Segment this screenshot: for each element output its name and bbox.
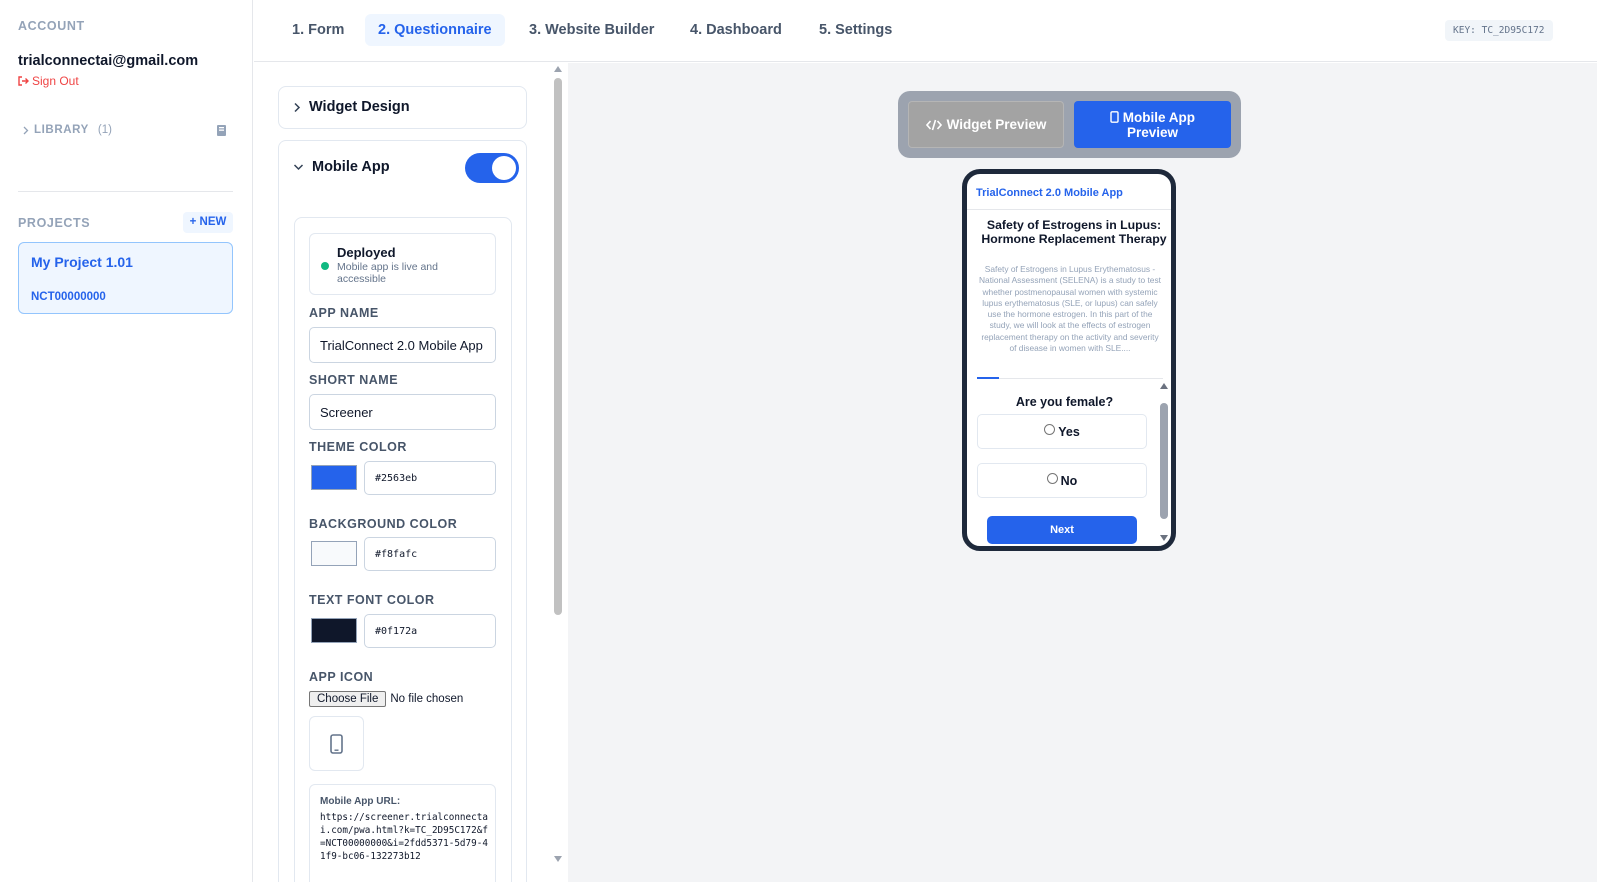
app-icon-label: APP ICON <box>309 670 374 684</box>
mobile-app-url-value[interactable]: https://screener.trialconnectai.com/pwa.… <box>320 811 488 863</box>
progress-bar <box>977 377 1163 379</box>
widget-preview-label: Widget Preview <box>946 117 1047 132</box>
sidebar: ACCOUNT trialconnectai@gmail.com Sign Ou… <box>0 0 253 882</box>
study-description: Safety of Estrogens in Lupus Erythematos… <box>978 264 1161 354</box>
library-label: LIBRARY <box>34 124 89 136</box>
background-color-input[interactable] <box>364 537 496 571</box>
mobile-app-preview-label: Mobile App Preview <box>1098 110 1208 140</box>
code-icon <box>925 119 942 130</box>
project-card[interactable]: My Project 1.01 NCT00000000 <box>18 242 233 314</box>
short-name-label: SHORT NAME <box>309 373 399 387</box>
account-label: ACCOUNT <box>18 19 85 33</box>
theme-color-input[interactable] <box>364 461 496 495</box>
background-color-swatch[interactable] <box>311 541 357 566</box>
next-button[interactable]: Next <box>987 516 1137 544</box>
option-yes[interactable]: Yes <box>977 414 1147 449</box>
mobile-app-url-label: Mobile App URL: <box>320 796 401 807</box>
phone-scroll-up-arrow[interactable] <box>1160 383 1168 389</box>
option-no[interactable]: No <box>977 463 1147 498</box>
question-text: Are you female? <box>1015 395 1114 409</box>
mobile-app-preview-text: Mobile App Preview <box>1122 109 1195 140</box>
app-name-input[interactable] <box>309 327 496 363</box>
progress-fill <box>977 377 1000 379</box>
phone-frame: TrialConnect 2.0 Mobile App Safety of Es… <box>962 169 1176 551</box>
status-dot <box>321 262 329 270</box>
short-name-input[interactable] <box>309 394 496 430</box>
tab-form[interactable]: 1. Form <box>279 14 357 46</box>
radio-icon[interactable] <box>1046 473 1058 484</box>
mobile-app-header[interactable]: Mobile App <box>293 159 390 175</box>
radio-icon[interactable] <box>1044 424 1056 435</box>
mobile-app-preview-button[interactable]: Mobile App Preview <box>1074 101 1231 148</box>
chevron-right-icon <box>294 102 301 112</box>
theme-color-swatch[interactable] <box>311 465 357 490</box>
no-file-text: No file chosen <box>390 693 464 705</box>
chevron-down-icon <box>293 164 304 171</box>
library-toggle[interactable]: LIBRARY (1) <box>22 124 112 136</box>
tab-settings[interactable]: 5. Settings <box>806 14 905 46</box>
mobile-app-url-box: Mobile App URL: https://screener.trialco… <box>309 784 496 882</box>
projects-label: PROJECTS <box>18 216 91 230</box>
sign-out-button[interactable]: Sign Out <box>18 74 79 88</box>
deployed-title: Deployed <box>337 245 396 260</box>
phone-scrollbar-thumb[interactable] <box>1160 403 1168 519</box>
account-email: trialconnectai@gmail.com <box>18 53 199 69</box>
library-count: (1) <box>97 124 112 136</box>
widget-design-section[interactable]: Widget Design <box>278 86 527 129</box>
mobile-phone-icon <box>1110 110 1119 123</box>
sign-out-label: Sign Out <box>32 74 79 88</box>
scroll-down-arrow[interactable] <box>554 856 562 862</box>
choose-file-button[interactable]: Choose File <box>309 691 387 707</box>
mobile-app-toggle[interactable] <box>465 153 519 183</box>
project-id: NCT00000000 <box>31 291 106 303</box>
phone-app-title: TrialConnect 2.0 Mobile App <box>976 187 1123 199</box>
mobile-app-label: Mobile App <box>312 159 390 175</box>
app-icon-preview <box>309 716 364 771</box>
tab-website-builder[interactable]: 3. Website Builder <box>516 14 667 46</box>
study-title: Safety of Estrogens in Lupus: Hormone Re… <box>981 218 1167 246</box>
phone-scroll-down-arrow[interactable] <box>1160 535 1168 541</box>
deployed-status-card: Deployed Mobile app is live and accessib… <box>309 233 496 295</box>
sign-out-icon <box>18 76 29 86</box>
sidebar-divider <box>18 191 233 192</box>
background-color-label: BACKGROUND COLOR <box>309 517 458 531</box>
option-no-label: No <box>1060 473 1078 488</box>
chevron-right-icon <box>23 126 29 134</box>
text-color-label: TEXT FONT COLOR <box>309 593 435 607</box>
app-icon-file-input: Choose File No file chosen <box>309 691 463 707</box>
widget-design-label: Widget Design <box>309 99 410 115</box>
tab-questionnaire[interactable]: 2. Questionnaire <box>365 14 505 46</box>
widget-design-header[interactable]: Widget Design <box>293 99 410 115</box>
api-key-badge: KEY: TC_2D95C172 <box>1445 20 1553 41</box>
theme-color-label: THEME COLOR <box>309 440 407 454</box>
settings-panel: Widget Design Mobile App Deployed Mobile… <box>254 63 568 882</box>
widget-preview-button[interactable]: Widget Preview <box>908 101 1064 148</box>
phone-app-header: TrialConnect 2.0 Mobile App <box>967 174 1171 210</box>
text-color-input[interactable] <box>364 614 496 648</box>
panel-scrollbar-thumb[interactable] <box>554 78 562 615</box>
project-name: My Project 1.01 <box>31 254 133 270</box>
tab-dashboard[interactable]: 4. Dashboard <box>677 14 795 46</box>
app-name-label: APP NAME <box>309 306 379 320</box>
option-yes-label: Yes <box>1058 424 1080 439</box>
new-project-button[interactable]: + NEW <box>183 212 233 233</box>
book-icon[interactable] <box>216 124 227 137</box>
text-color-swatch[interactable] <box>311 618 357 643</box>
scroll-up-arrow[interactable] <box>554 66 562 72</box>
deployed-description: Mobile app is live and accessible <box>337 261 438 285</box>
mobile-phone-icon <box>330 733 343 754</box>
